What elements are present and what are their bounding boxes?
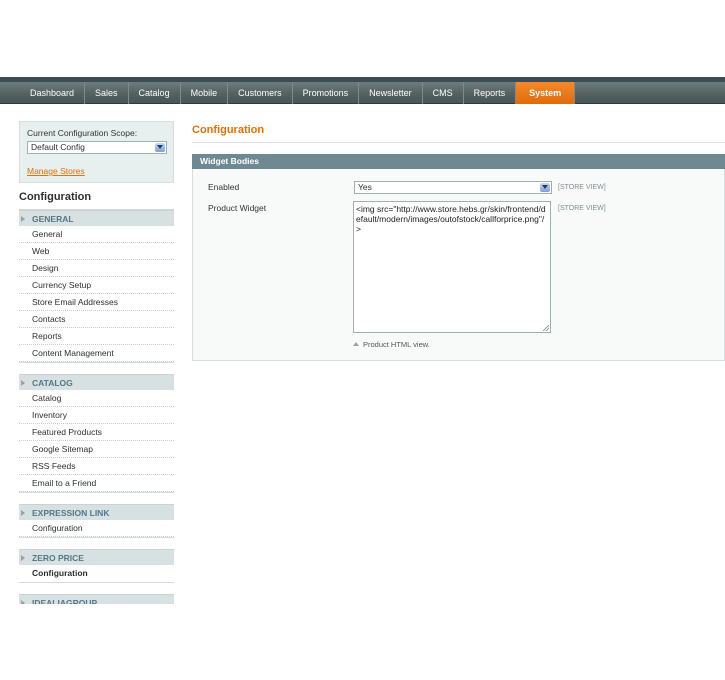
sidebar-item-google-sitemap[interactable]: Google Sitemap [19,441,174,458]
product-widget-value: <img src="http://www.store.hebs.gr/skin/… [356,204,546,234]
sidebar-item-expression-config[interactable]: Configuration [19,520,174,537]
chevron-down-icon[interactable] [155,143,165,152]
nav-catalog[interactable]: Catalog [129,82,181,104]
sidebar-item-email-friend[interactable]: Email to a Friend [19,475,174,492]
nav-cms[interactable]: CMS [423,82,464,104]
chevron-down-icon[interactable] [540,183,550,192]
sidebar-item-currency-setup[interactable]: Currency Setup [19,277,174,294]
nav-dashboard[interactable]: Dashboard [20,82,86,104]
resize-grip-icon[interactable] [543,325,549,331]
sidebar: GENERAL General Web Design Currency Setu… [19,210,174,604]
sidebar-item-design[interactable]: Design [19,260,174,277]
section-idealiagroup[interactable]: IDEALIAGROUP [19,594,174,604]
sidebar-item-general[interactable]: General [19,226,174,243]
enabled-select[interactable]: Yes [354,181,552,194]
sidebar-item-contacts[interactable]: Contacts [19,311,174,328]
section-catalog[interactable]: CATALOG [19,374,174,390]
sidebar-item-inventory[interactable]: Inventory [19,407,174,424]
enabled-label: Enabled [208,182,240,192]
section-gap [19,537,174,549]
field-note: Product HTML view. [353,340,430,349]
section-gap [19,492,174,504]
nav-promotions[interactable]: Promotions [293,82,360,104]
section-gap [19,582,174,594]
note-text: Product HTML view. [363,340,430,349]
sidebar-item-rss-feeds[interactable]: RSS Feeds [19,458,174,475]
nav-system[interactable]: System [516,82,576,104]
manage-stores-link[interactable]: Manage Stores [27,166,85,176]
product-widget-label: Product Widget [208,203,267,213]
sidebar-item-web[interactable]: Web [19,243,174,260]
main-nav: Dashboard Sales Catalog Mobile Customers… [0,82,725,104]
nav-sales[interactable]: Sales [85,82,129,104]
scope-box: Current Configuration Scope: Default Con… [19,121,174,183]
nav-newsletter[interactable]: Newsletter [359,82,423,104]
sidebar-item-store-email[interactable]: Store Email Addresses [19,294,174,311]
title-divider [192,141,725,143]
section-gap [19,362,174,374]
scope-select-value: Default Config [31,142,85,152]
product-widget-textarea[interactable]: <img src="http://www.store.hebs.gr/skin/… [353,201,551,333]
nav-mobile[interactable]: Mobile [181,82,229,104]
widget-bodies-panel: Enabled Yes [STORE VIEW] Product Widget … [192,169,725,361]
sidebar-item-catalog[interactable]: Catalog [19,390,174,407]
nav-reports[interactable]: Reports [464,82,517,104]
nav-customers[interactable]: Customers [228,82,293,104]
section-zero-price[interactable]: ZERO PRICE [19,549,174,565]
scope-select[interactable]: Default Config [27,141,167,154]
sidebar-title: Configuration [19,184,174,210]
section-expression-link[interactable]: EXPRESSION LINK [19,504,174,520]
sidebar-item-zero-price-config[interactable]: Configuration [19,565,174,582]
scope-tag-enabled: [STORE VIEW] [558,184,606,191]
enabled-select-value: Yes [358,182,372,192]
scope-tag-widget: [STORE VIEW] [558,205,606,212]
panel-header[interactable]: Widget Bodies [192,154,725,169]
sidebar-item-reports[interactable]: Reports [19,328,174,345]
sidebar-item-featured-products[interactable]: Featured Products [19,424,174,441]
scope-label: Current Configuration Scope: [27,128,138,138]
sidebar-item-content-management[interactable]: Content Management [19,345,174,362]
page-title: Configuration [192,124,265,136]
arrow-up-icon [353,342,359,346]
section-general[interactable]: GENERAL [19,210,174,226]
